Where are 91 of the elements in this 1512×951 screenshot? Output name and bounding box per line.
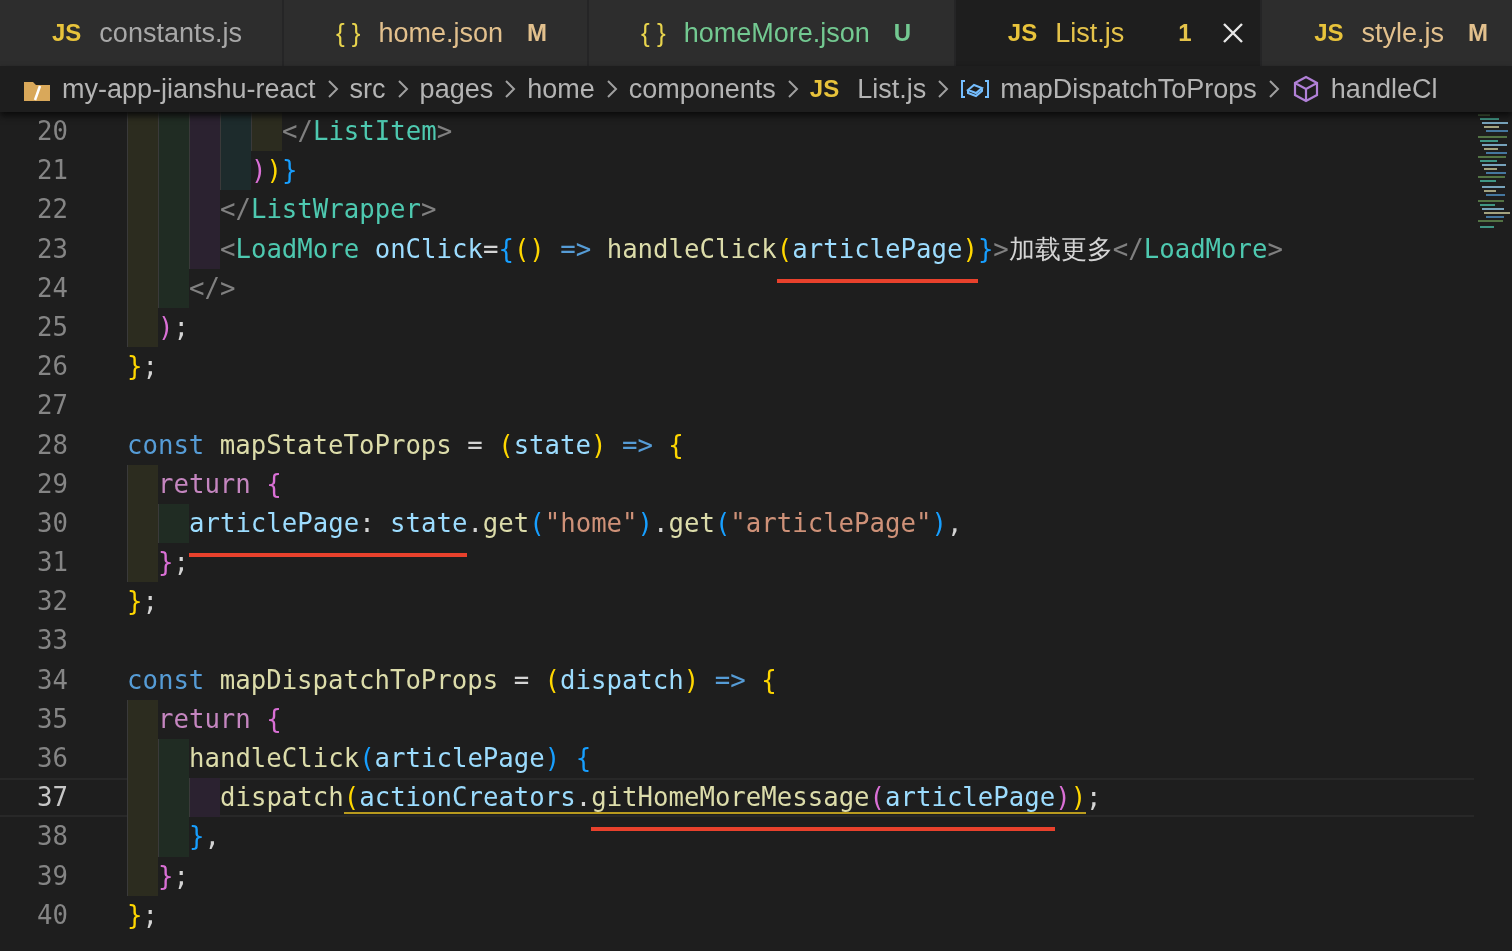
editor-tab[interactable]: JS style.js M <box>1262 0 1512 66</box>
status-letter: M <box>527 19 548 47</box>
indent-guide <box>158 112 189 152</box>
indent-guide <box>158 268 189 308</box>
indent-guide <box>158 739 189 779</box>
line-number: 35 <box>36 702 68 736</box>
tab-label: style.js <box>1361 17 1445 49</box>
breadcrumb-item[interactable]: mapDispatchToProps <box>1000 73 1257 105</box>
indent-guide <box>220 112 251 152</box>
indent-guide <box>127 307 158 348</box>
chevron-icon <box>1266 78 1281 100</box>
code-line: }, <box>189 820 220 854</box>
file-type-icon: { } <box>335 17 361 49</box>
editor-tab[interactable]: JS constants.js <box>0 0 284 66</box>
indent-guide <box>127 543 158 583</box>
file-type-icon: JS <box>809 75 840 103</box>
editor-tab[interactable]: { } home.json M <box>283 0 590 66</box>
line-number: 23 <box>36 232 68 266</box>
file-type-icon: JS <box>1007 19 1038 47</box>
line-number: 32 <box>36 585 68 619</box>
indent-guide <box>189 112 220 152</box>
code-line: ))} <box>251 154 298 188</box>
editor-tab[interactable]: JS List.js 1 <box>955 0 1263 66</box>
chevron-icon <box>325 78 340 100</box>
indent-guide <box>127 856 158 896</box>
breadcrumb-item[interactable]: my-app-jianshu-react <box>62 73 316 105</box>
line-number: 27 <box>36 389 68 423</box>
code-line: </ListItem> <box>282 115 453 148</box>
editor-tab[interactable]: { } homeMore.json U <box>589 0 956 66</box>
code-line: }; <box>127 585 158 619</box>
breadcrumb-item[interactable]: components <box>628 73 776 105</box>
line-number: 33 <box>36 624 68 658</box>
indent-guide <box>127 699 158 739</box>
file-type-icon: JS <box>52 19 82 47</box>
chevron-icon <box>395 78 410 100</box>
code-line: ); <box>158 310 189 344</box>
line-number: 26 <box>36 350 68 384</box>
code-line: handleClick(articlePage) { <box>189 742 592 775</box>
indent-guide <box>127 112 158 152</box>
chevron-icon <box>936 78 951 100</box>
indent-guide <box>220 151 251 191</box>
status-letter: M <box>1468 19 1489 47</box>
indent-guide <box>158 817 189 857</box>
indent-guide <box>251 112 282 152</box>
breadcrumb-item[interactable]: home <box>527 73 595 105</box>
tab-label: homeMore.json <box>683 17 870 49</box>
file-type-icon: JS <box>1314 19 1344 47</box>
code-line: }; <box>158 859 189 893</box>
tab-label: List.js <box>1055 17 1125 49</box>
close-icon[interactable] <box>1222 22 1245 44</box>
tab-label: home.json <box>378 17 504 49</box>
code-line: }; <box>127 898 158 932</box>
code-line: dispatch(actionCreators.gitHomeMoreMessage(articlePage)); <box>220 778 1102 832</box>
line-number: 39 <box>36 859 68 893</box>
tab-label: constants.js <box>99 17 242 49</box>
indent-guide <box>158 503 189 544</box>
line-number: 34 <box>36 663 68 697</box>
chevron-icon <box>785 78 800 100</box>
line-number: 28 <box>36 428 68 462</box>
code-line: return { <box>158 702 282 736</box>
line-number: 36 <box>36 742 68 775</box>
indent-guide <box>189 229 220 269</box>
indent-guide <box>127 464 158 504</box>
code-line: }; <box>158 546 189 580</box>
code-line: const mapDispatchToProps = (dispatch) => { <box>127 663 777 697</box>
line-number: 29 <box>36 467 68 501</box>
breadcrumb-item[interactable]: pages <box>419 73 494 105</box>
line-number: 24 <box>36 271 68 305</box>
code-line: const mapStateToProps = (state) => { <box>127 428 684 462</box>
code-line: }; <box>127 350 158 384</box>
line-number: 25 <box>36 310 68 344</box>
file-type-icon: { } <box>641 17 666 49</box>
line-number: 22 <box>36 193 68 227</box>
code-line: </ListWrapper> <box>220 193 437 227</box>
indent-guide <box>189 778 220 818</box>
chevron-icon <box>604 78 619 100</box>
line-number: 37 <box>36 781 68 815</box>
line-number: 38 <box>36 820 68 854</box>
chevron-icon <box>503 78 518 100</box>
code-line: articlePage: state.get("home").get("articlePage"), <box>189 503 963 558</box>
line-number: 40 <box>36 898 68 932</box>
line-number: 21 <box>36 154 68 188</box>
line-number: 30 <box>36 506 68 540</box>
breadcrumb-item[interactable]: handleCl <box>1330 73 1438 105</box>
status-letter: U <box>893 19 913 47</box>
status-letter: 1 <box>1178 19 1193 47</box>
breadcrumb-item[interactable]: src <box>349 73 386 105</box>
code-line: return { <box>158 467 282 501</box>
line-number: 20 <box>36 115 68 148</box>
line-number: 31 <box>36 546 68 580</box>
breadcrumb-item[interactable]: List.js <box>857 73 927 105</box>
